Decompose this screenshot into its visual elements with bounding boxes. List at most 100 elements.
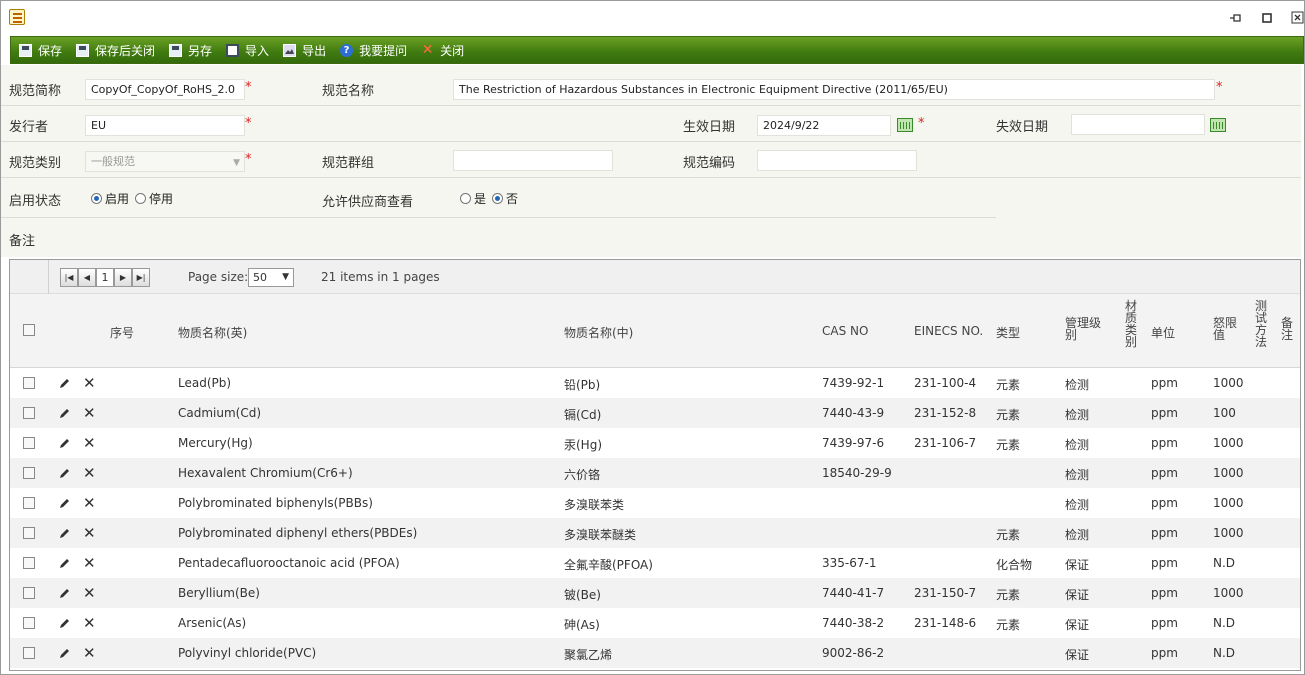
table-row[interactable]: ✕ Polybrominated diphenyl ethers(PBDEs) 多溴… — [10, 518, 1300, 548]
delete-icon[interactable]: ✕ — [83, 614, 96, 632]
table-row[interactable]: ✕ Polybrominated biphenyls(PBBs) 多溴联苯类 检测 pp… — [10, 488, 1300, 518]
calendar-icon[interactable] — [1210, 118, 1226, 132]
cell-name-cn: 铍(Be) — [564, 588, 601, 602]
header-einecs[interactable]: EINECS NO. — [914, 324, 983, 338]
expire-date-input[interactable] — [1071, 114, 1205, 135]
delete-icon[interactable]: ✕ — [83, 524, 96, 542]
header-cas[interactable]: CAS NO — [822, 324, 868, 338]
row-checkbox[interactable] — [23, 647, 35, 659]
edit-icon[interactable] — [58, 436, 72, 450]
effective-date-input[interactable]: 2024/9/22 — [757, 115, 891, 136]
cell-cas: 9002-86-2 — [822, 646, 885, 660]
cell-name-cn: 多溴联苯醚类 — [564, 528, 637, 542]
save-close-button[interactable]: 保存后关闭 — [76, 42, 155, 59]
table-row[interactable]: ✕ Cadmium(Cd) 镉(Cd) 7440-43-9 231-152-8 元素 检测 p… — [10, 398, 1300, 428]
delete-icon[interactable]: ✕ — [83, 374, 96, 392]
last-page-icon[interactable]: ▶| — [132, 268, 150, 287]
supplier-view-yes-radio[interactable] — [460, 193, 471, 204]
maximize-icon[interactable] — [1260, 11, 1274, 25]
cell-name-en: Polybrominated biphenyls(PBBs) — [178, 496, 373, 510]
row-checkbox[interactable] — [23, 617, 35, 629]
edit-icon[interactable] — [58, 586, 72, 600]
pin-icon[interactable] — [1229, 11, 1243, 25]
save-button[interactable]: 保存 — [19, 42, 62, 59]
row-checkbox[interactable] — [23, 527, 35, 539]
next-page-icon[interactable]: ▶ — [114, 268, 132, 287]
header-unit[interactable]: 单位 — [1151, 324, 1175, 341]
delete-icon[interactable]: ✕ — [83, 644, 96, 662]
row-checkbox[interactable] — [23, 587, 35, 599]
cell-unit: ppm — [1151, 556, 1178, 570]
select-all-checkbox[interactable] — [23, 324, 35, 336]
help-button[interactable]: ? 我要提问 — [340, 42, 407, 59]
table-row[interactable]: ✕ Pentadecafluorooctanoic acid (PFOA) 全氟辛酸… — [10, 548, 1300, 578]
page-number-input[interactable]: 1 — [96, 268, 114, 287]
delete-icon[interactable]: ✕ — [83, 494, 96, 512]
close-button[interactable]: ✕ 关闭 — [421, 42, 464, 59]
toolbar: 保存 保存后关闭 另存 导入 导出 ? 我要提问 ✕ 关闭 — [10, 36, 1304, 64]
header-test-method[interactable]: 测试方法 — [1255, 300, 1268, 348]
prev-page-icon[interactable]: ◀ — [78, 268, 96, 287]
table-row[interactable]: ✕ Arsenic(As) 砷(As) 7440-38-2 231-148-6 元素 保证 p… — [10, 608, 1300, 638]
status-enabled-radio[interactable] — [91, 193, 102, 204]
delete-icon[interactable]: ✕ — [83, 464, 96, 482]
row-checkbox[interactable] — [23, 437, 35, 449]
supplier-view-no-radio[interactable] — [492, 193, 504, 204]
status-disabled-radio[interactable] — [135, 193, 147, 204]
save-as-button[interactable]: 另存 — [169, 42, 212, 59]
edit-icon[interactable] — [58, 496, 72, 510]
header-mgmt-level[interactable]: 管理级别 — [1065, 317, 1105, 341]
delete-icon[interactable]: ✕ — [83, 434, 96, 452]
edit-icon[interactable] — [58, 556, 72, 570]
delete-icon[interactable]: ✕ — [83, 584, 96, 602]
row-checkbox[interactable] — [23, 407, 35, 419]
edit-icon[interactable] — [58, 526, 72, 540]
help-icon: ? — [340, 43, 354, 57]
cell-unit: ppm — [1151, 436, 1178, 450]
header-material-category[interactable]: 材质类别 — [1125, 300, 1138, 348]
cell-name-en: Lead(Pb) — [178, 376, 232, 390]
cell-type: 化合物 — [996, 558, 1033, 572]
issuer-input[interactable]: EU — [85, 115, 245, 136]
delete-icon[interactable]: ✕ — [83, 554, 96, 572]
edit-icon[interactable] — [58, 646, 72, 660]
row-checkbox[interactable] — [23, 497, 35, 509]
calendar-icon[interactable] — [897, 118, 913, 132]
cell-name-en: Pentadecafluorooctanoic acid (PFOA) — [178, 556, 400, 570]
header-name-en[interactable]: 物质名称(英) — [178, 324, 247, 341]
edit-icon[interactable] — [58, 406, 72, 420]
edit-icon[interactable] — [58, 616, 72, 630]
edit-icon[interactable] — [58, 466, 72, 480]
required-mark: * — [1216, 80, 1223, 95]
table-row[interactable]: ✕ Hexavalent Chromium(Cr6+) 六价铬 18540-29-9 检… — [10, 458, 1300, 488]
table-row[interactable]: ✕ Mercury(Hg) 汞(Hg) 7439-97-6 231-106-7 元素 检测 p… — [10, 428, 1300, 458]
category-select[interactable]: 一般规范 ▼ — [85, 151, 245, 172]
page-size-select[interactable]: 50 ▼ — [248, 268, 294, 287]
group-input[interactable] — [453, 150, 613, 171]
table-row[interactable]: ✕ Lead(Pb) 铅(Pb) 7439-92-1 231-100-4 元素 检测 ppm 1… — [10, 368, 1300, 398]
cell-mgmt-level: 检测 — [1065, 528, 1090, 542]
table-row[interactable]: ✕ Beryllium(Be) 铍(Be) 7440-41-7 231-150-7 元素 保… — [10, 578, 1300, 608]
first-page-icon[interactable]: |◀ — [60, 268, 78, 287]
cell-mgmt-level: 检测 — [1065, 498, 1090, 512]
row-checkbox[interactable] — [23, 557, 35, 569]
export-button[interactable]: 导出 — [283, 42, 326, 59]
save-close-icon — [76, 43, 90, 57]
help-button-label: 我要提问 — [359, 43, 408, 58]
row-checkbox[interactable] — [23, 467, 35, 479]
row-checkbox[interactable] — [23, 377, 35, 389]
header-remark[interactable]: 备注 — [1281, 317, 1294, 341]
header-threshold[interactable]: 怒限值 — [1213, 317, 1239, 341]
code-input[interactable] — [757, 150, 917, 171]
short-name-input[interactable]: CopyOf_CopyOf_RoHS_2.0 — [85, 79, 245, 100]
header-type[interactable]: 类型 — [996, 324, 1020, 341]
delete-icon[interactable]: ✕ — [83, 404, 96, 422]
edit-icon[interactable] — [58, 376, 72, 390]
table-row[interactable]: ✕ Polyvinyl chloride(PVC) 聚氯乙烯 9002-86-2 保证 p… — [10, 638, 1300, 668]
full-name-input[interactable]: The Restriction of Hazardous Substances … — [453, 79, 1215, 100]
close-icon[interactable] — [1291, 11, 1305, 25]
cell-name-en: Polyvinyl chloride(PVC) — [178, 646, 317, 660]
header-name-cn[interactable]: 物质名称(中) — [564, 324, 633, 341]
import-button[interactable]: 导入 — [226, 42, 269, 59]
cell-einecs: 231-150-7 — [914, 586, 977, 600]
